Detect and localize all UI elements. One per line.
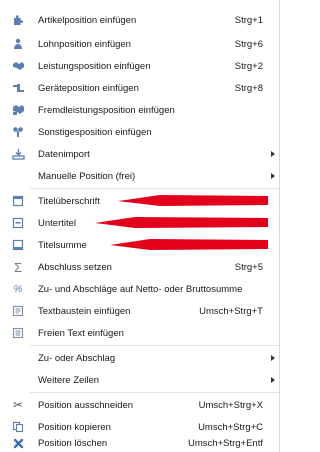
- menu-item-label: Zu- und Abschläge auf Netto- oder Brutto…: [38, 283, 243, 295]
- menu-item-datenimport[interactable]: Datenimport: [0, 143, 280, 165]
- menu-item-geraeteposition[interactable]: Geräteposition einfügen Strg+8: [0, 77, 280, 99]
- menu-item-zu-abschlaege-netto[interactable]: % Zu- und Abschläge auf Netto- oder Brut…: [0, 278, 280, 300]
- submenu-arrow-icon: [271, 151, 275, 157]
- free-text-icon: [11, 326, 25, 340]
- external-service-icon: [11, 103, 25, 117]
- menu-item-label: Titelüberschrift: [38, 195, 100, 207]
- puzzle-icon: [11, 13, 25, 27]
- menu-item-shortcut: Umsch+Strg+X: [198, 399, 263, 411]
- sigma-icon: Σ: [13, 259, 23, 275]
- delete-icon: [11, 436, 25, 450]
- scissors-icon: ✂: [12, 398, 24, 412]
- menu-item-label: Titelsumme: [38, 239, 87, 251]
- menu-item-label: Position löschen: [38, 437, 108, 449]
- menu-item-label: Fremdleistungsposition einfügen: [38, 104, 175, 116]
- title-sum-icon: [11, 238, 25, 252]
- menu-item-label: Zu- oder Abschlag: [38, 352, 116, 364]
- menu-item-label: Freien Text einfügen: [38, 327, 124, 339]
- menu-item-shortcut: Umsch+Strg+T: [199, 305, 263, 317]
- menu-item-label: Leistungsposition einfügen: [38, 60, 151, 72]
- menu-item-shortcut: Strg+8: [234, 82, 263, 94]
- menu-separator: [30, 188, 279, 189]
- menu-item-weitere-zeilen[interactable]: Weitere Zeilen: [0, 369, 280, 391]
- menu-item-abschluss[interactable]: Σ Abschluss setzen Strg+5: [0, 256, 280, 278]
- percent-icon: %: [13, 283, 23, 295]
- menu-item-shortcut: Umsch+Strg+C: [198, 421, 263, 433]
- menu-item-label: Artikelposition einfügen: [38, 14, 137, 26]
- menu-separator: [30, 392, 279, 393]
- menu-item-fremdleistungsposition[interactable]: Fremdleistungsposition einfügen: [0, 99, 280, 121]
- worker-icon: [11, 37, 25, 51]
- menu-item-label: Lohnposition einfügen: [38, 38, 131, 50]
- menu-item-label: Untertitel: [38, 217, 77, 229]
- context-menu: Artikelposition einfügen Strg+1 Lohnposi…: [0, 0, 280, 452]
- menu-item-label: Position ausschneiden: [38, 399, 134, 411]
- text-block-icon: [11, 304, 25, 318]
- submenu-arrow-icon: [271, 355, 275, 361]
- menu-item-lohnposition[interactable]: Lohnposition einfügen Strg+6: [0, 33, 280, 55]
- menu-item-titelueberschrift[interactable]: Titelüberschrift: [0, 190, 280, 212]
- menu-item-label: Position kopieren: [38, 421, 111, 433]
- menu-item-label: Datenimport: [38, 148, 90, 160]
- equipment-icon: [11, 81, 25, 95]
- submenu-arrow-icon: [271, 173, 275, 179]
- menu-item-untertitel[interactable]: Untertitel: [0, 212, 280, 234]
- menu-item-leistungsposition[interactable]: Leistungsposition einfügen Strg+2: [0, 55, 280, 77]
- menu-separator: [30, 345, 279, 346]
- menu-item-textbaustein[interactable]: Textbaustein einfügen Umsch+Strg+T: [0, 300, 280, 322]
- menu-item-label: Weitere Zeilen: [38, 374, 100, 386]
- submenu-arrow-icon: [271, 377, 275, 383]
- menu-item-sonstigesposition[interactable]: Sonstigesposition einfügen: [0, 121, 280, 143]
- menu-item-shortcut: Umsch+Strg+Entf: [188, 437, 263, 449]
- menu-item-label: Geräteposition einfügen: [38, 82, 139, 94]
- copy-icon: [11, 420, 25, 434]
- subtitle-icon: [11, 216, 25, 230]
- misc-position-icon: [11, 125, 25, 139]
- menu-item-zu-abschlag[interactable]: Zu- oder Abschlag: [0, 347, 280, 369]
- menu-item-shortcut: Strg+1: [234, 14, 263, 26]
- handshake-icon: [11, 59, 25, 73]
- menu-item-loeschen[interactable]: Position löschen Umsch+Strg+Entf: [0, 434, 280, 452]
- import-icon: [11, 147, 25, 161]
- menu-item-shortcut: Strg+2: [234, 60, 263, 72]
- menu-item-manuelle-position[interactable]: Manuelle Position (frei): [0, 165, 280, 187]
- menu-item-label: Sonstigesposition einfügen: [38, 126, 152, 138]
- menu-item-ausschneiden[interactable]: ✂ Position ausschneiden Umsch+Strg+X: [0, 394, 280, 416]
- title-heading-icon: [11, 194, 25, 208]
- menu-item-label: Textbaustein einfügen: [38, 305, 131, 317]
- menu-item-artikelposition[interactable]: Artikelposition einfügen Strg+1: [0, 9, 280, 31]
- menu-item-titelsumme[interactable]: Titelsumme: [0, 234, 280, 256]
- menu-item-label: Abschluss setzen: [38, 261, 112, 273]
- menu-item-label: Manuelle Position (frei): [38, 170, 136, 182]
- menu-item-freier-text[interactable]: Freien Text einfügen: [0, 322, 280, 344]
- menu-item-shortcut: Strg+6: [234, 38, 263, 50]
- menu-item-shortcut: Strg+5: [234, 261, 263, 273]
